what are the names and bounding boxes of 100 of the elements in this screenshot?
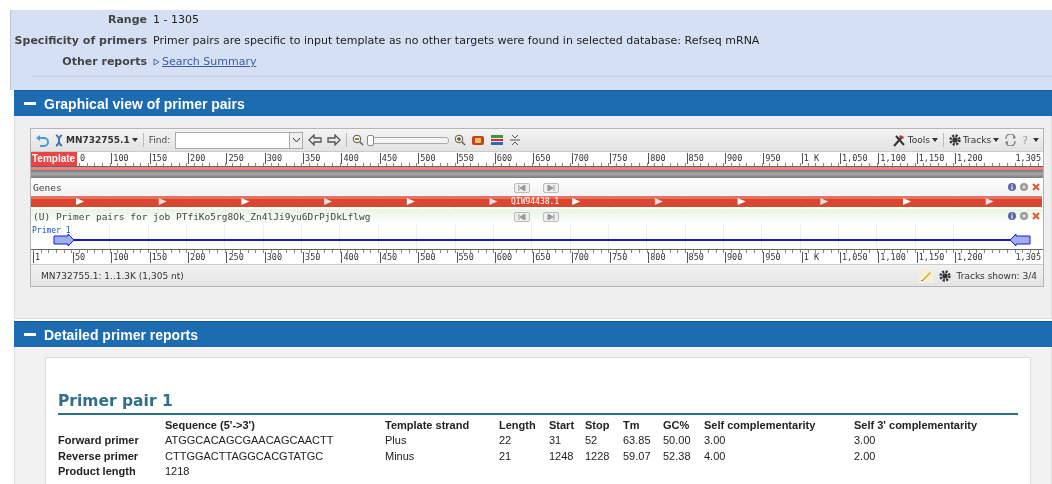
row-label: Reverse primer: [58, 448, 140, 464]
ruler-label: 1,305: [1014, 153, 1041, 164]
ruler-label: 950: [763, 252, 781, 263]
gene-bar[interactable]: [31, 196, 1042, 207]
zoom-in-icon[interactable]: [454, 134, 467, 146]
ruler-label: 500: [418, 153, 436, 164]
dna-icon: [54, 133, 64, 147]
track-title: (U) Primer pairs for job PTfiKo5rg8Ok_Zn4lJi9yu6DrPjDkLflwg: [33, 211, 371, 222]
ruler-label: 600: [494, 153, 513, 164]
next-button[interactable]: [543, 183, 559, 193]
slider-thumb[interactable]: [367, 134, 375, 146]
table-cell-text: 3.00: [704, 433, 727, 449]
column-header: Self 3' complementarity: [854, 418, 979, 433]
feature-label: QIW94438.1: [511, 196, 560, 207]
section-title: Detailed primer reports: [44, 326, 199, 343]
close-icon[interactable]: [1032, 183, 1040, 191]
ruler-label: 1,050: [840, 153, 868, 164]
field-value: Primer pairs are specific to input template as no other targets were found in selected database: Refseq mRNA: [153, 33, 761, 48]
column-header: Sequence (5'->3'): [165, 418, 256, 433]
search-summary-link[interactable]: Search Summary: [162, 54, 257, 69]
ruler-label: 400: [341, 252, 359, 263]
ruler-label: 750: [609, 252, 628, 263]
table-cell-text: Plus: [385, 433, 408, 449]
undo-icon[interactable]: [35, 133, 49, 147]
ruler-label: 700: [571, 153, 589, 164]
ruler-label: 750: [609, 153, 628, 164]
ruler-label: 1 K: [801, 252, 819, 263]
ruler-label: 600: [494, 252, 513, 263]
field-value: 1 - 1305: [153, 12, 200, 27]
feature-label: Primer 1: [32, 226, 71, 235]
table-cell-text: CTTGGACTTAGGCACGTATGC: [165, 448, 325, 464]
tracks-shown-text: Tracks shown: 3/4: [956, 270, 1037, 281]
info-icon[interactable]: [1008, 212, 1016, 220]
ruler-label: 650: [533, 252, 551, 263]
previous-button[interactable]: [514, 212, 530, 222]
field-label: Specificity of primers: [13, 33, 147, 48]
ruler-label: 250: [226, 153, 244, 164]
table-cell-text: 50.00: [663, 433, 692, 449]
info-icon[interactable]: [1008, 183, 1016, 191]
ruler-label: 150: [149, 153, 168, 164]
ruler-label: 950: [763, 153, 781, 164]
back-arrow-icon[interactable]: [308, 134, 323, 146]
ruler-label: 1,200: [955, 153, 983, 164]
column-header: GC%: [663, 418, 691, 433]
ruler-label: 100: [111, 153, 129, 164]
collapse-icon[interactable]: [509, 134, 522, 146]
tracks-menu[interactable]: Tracks: [948, 134, 1000, 146]
ruler-label: 1,150: [916, 153, 945, 164]
table-cell-text: 21: [499, 448, 513, 464]
caret-icon: [131, 138, 138, 142]
ruler-label: 1,305: [1014, 252, 1041, 263]
ruler-label: 250: [226, 252, 244, 263]
settings-icon[interactable]: [938, 269, 951, 282]
caret-icon: [931, 138, 938, 142]
ruler-label: 450: [379, 252, 398, 263]
table-cell-text: 4.00: [704, 448, 727, 464]
ruler-label: 850: [686, 153, 704, 164]
forward-arrow-icon[interactable]: [327, 134, 342, 146]
tools-menu[interactable]: Tools: [891, 133, 938, 147]
column-header: Stop: [585, 418, 611, 433]
track-title: Genes: [33, 182, 62, 193]
ruler-label: 1 K: [801, 153, 819, 164]
field-label: Range: [106, 12, 147, 27]
ruler-label: 1: [33, 252, 41, 263]
ruler-label: 300: [264, 252, 283, 263]
triangle-icon: [153, 57, 160, 66]
color-bars-icon[interactable]: [490, 134, 505, 146]
ruler-label: 550: [456, 252, 474, 263]
close-icon[interactable]: [1032, 212, 1040, 220]
table-cell-text: 52.38: [663, 448, 692, 464]
ruler-label: 100: [111, 252, 129, 263]
sequence-menu[interactable]: MN732755.1: [54, 133, 138, 147]
ruler-label: 1,100: [878, 153, 906, 164]
table-cell-text: 1248: [549, 448, 575, 464]
ruler-label: 900: [724, 252, 743, 263]
pencil-icon[interactable]: [918, 268, 933, 283]
zoom-out-icon[interactable]: [352, 134, 365, 146]
tools-icon: [891, 133, 906, 147]
column-header: Start: [549, 418, 576, 433]
zoom-slider[interactable]: [369, 136, 450, 144]
next-button[interactable]: [543, 212, 559, 222]
refresh-icon[interactable]: [1004, 134, 1018, 146]
ruler-label: 350: [303, 252, 321, 263]
ruler-label: 0: [79, 153, 86, 164]
table-cell-text: 52: [585, 433, 599, 449]
previous-button[interactable]: [514, 183, 530, 193]
column-header: Template strand: [385, 418, 471, 433]
section-title: Graphical view of primer pairs: [44, 95, 245, 112]
settings-icon: [948, 134, 961, 146]
column-header: Tm: [623, 418, 641, 433]
table-cell-text: 1228: [585, 448, 611, 464]
find-field[interactable]: [175, 131, 304, 149]
ruler-label: 650: [533, 153, 551, 164]
table-cell-text: ATGGCACAGCGAACAGCAACTT: [165, 433, 335, 449]
primer-pair-drawing[interactable]: [53, 234, 1031, 246]
field-label: Other reports: [61, 54, 147, 69]
ruler-label: 800: [648, 252, 666, 263]
ruler-label: 1,050: [840, 252, 868, 263]
template-label: Template: [31, 152, 78, 166]
ruler-label: 700: [571, 252, 589, 263]
